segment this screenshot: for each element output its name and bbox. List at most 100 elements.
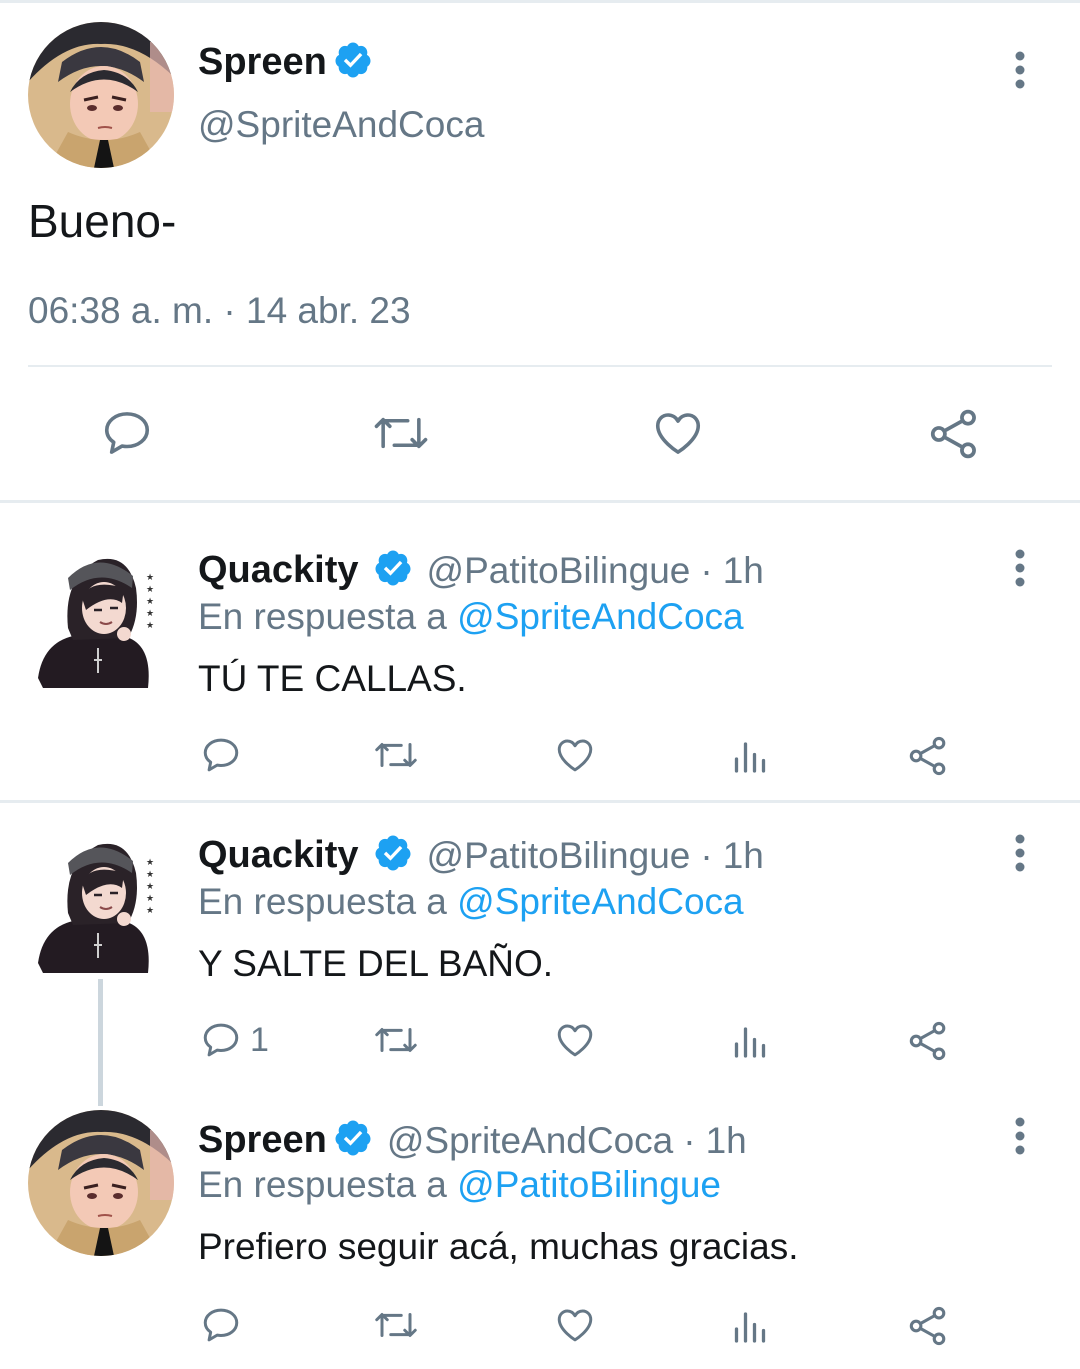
- action-bar: [0, 734, 1080, 784]
- analytics-icon: [734, 1027, 766, 1058]
- share-icon: [909, 736, 946, 776]
- author-name[interactable]: Spreen: [198, 1119, 327, 1162]
- reply-button[interactable]: [200, 734, 250, 776]
- author-handle[interactable]: @PatitoBilingue: [427, 835, 691, 877]
- svg-text:★: ★: [146, 620, 154, 630]
- more-options-icon[interactable]: [1012, 1116, 1028, 1156]
- analytics-button[interactable]: [732, 738, 768, 774]
- like-icon: [557, 739, 593, 772]
- share-icon: [930, 409, 976, 459]
- reply-tweet[interactable]: ★ ★ ★ ★ ★ Quackity @PatitoBilingue · 1h …: [0, 833, 1080, 1093]
- mention-link[interactable]: @SpriteAndCoca: [457, 596, 743, 637]
- svg-text:★: ★: [146, 869, 154, 879]
- divider: [28, 365, 1052, 367]
- reply-header: Quackity @PatitoBilingue · 1h: [198, 548, 764, 593]
- more-options-icon[interactable]: [1012, 548, 1028, 588]
- more-options-icon[interactable]: [1012, 50, 1028, 90]
- reply-button[interactable]: [100, 406, 154, 460]
- svg-text:★: ★: [146, 596, 154, 606]
- analytics-button[interactable]: [732, 1308, 768, 1344]
- reply-tweet[interactable]: Spreen @SpriteAndCoca · 1h En respuesta …: [0, 1110, 1080, 1369]
- share-icon: [909, 1306, 946, 1346]
- avatar[interactable]: ★ ★ ★ ★ ★: [28, 833, 174, 979]
- tweet-text: TÚ TE CALLAS.: [198, 658, 467, 699]
- like-button[interactable]: [650, 406, 706, 460]
- main-tweet: Spreen @SpriteAndCoca Bueno- 06:38 a. m.…: [0, 0, 1080, 500]
- share-button[interactable]: [906, 1304, 950, 1348]
- share-button[interactable]: [926, 406, 982, 462]
- divider: [0, 500, 1080, 503]
- reply-context: En respuesta a @SpriteAndCoca: [198, 596, 744, 638]
- svg-text:★: ★: [146, 905, 154, 915]
- verified-badge-icon: [333, 1118, 373, 1163]
- author-name[interactable]: Quackity: [198, 834, 359, 877]
- share-button[interactable]: [906, 1019, 950, 1063]
- more-options-icon[interactable]: [1012, 833, 1028, 873]
- author-handle[interactable]: @SpriteAndCoca: [198, 104, 484, 146]
- retweet-icon: [375, 1313, 417, 1337]
- svg-text:★: ★: [146, 881, 154, 891]
- divider: [0, 800, 1080, 803]
- share-icon: [909, 1021, 946, 1061]
- retweet-button[interactable]: [372, 734, 420, 776]
- svg-text:★: ★: [146, 893, 154, 903]
- tweet-time[interactable]: 1h: [723, 550, 764, 592]
- reply-icon: [203, 1023, 239, 1057]
- retweet-icon: [374, 417, 428, 449]
- separator-dot: ·: [700, 549, 713, 591]
- retweet-icon: [375, 1028, 417, 1052]
- svg-text:★: ★: [146, 608, 154, 618]
- like-button[interactable]: [553, 1019, 597, 1061]
- verified-badge-icon: [373, 548, 413, 593]
- author-handle[interactable]: @SpriteAndCoca: [387, 1120, 673, 1162]
- author-row: Spreen: [198, 40, 373, 85]
- svg-text:★: ★: [146, 584, 154, 594]
- verified-badge-icon: [333, 40, 373, 85]
- mention-link[interactable]: @PatitoBilingue: [457, 1164, 721, 1205]
- tweet-text: Prefiero seguir acá, muchas gracias.: [198, 1226, 799, 1267]
- retweet-button[interactable]: [372, 406, 430, 460]
- analytics-button[interactable]: [732, 1023, 768, 1059]
- mention-link[interactable]: @SpriteAndCoca: [457, 881, 743, 922]
- svg-text:★: ★: [146, 572, 154, 582]
- reply-prefix: En respuesta a: [198, 881, 447, 922]
- retweet-icon: [375, 743, 417, 767]
- tweet-text: Y SALTE DEL BAÑO.: [198, 943, 554, 984]
- retweet-button[interactable]: [372, 1304, 420, 1346]
- reply-prefix: En respuesta a: [198, 596, 447, 637]
- reply-icon: [203, 738, 239, 772]
- like-button[interactable]: [553, 1304, 597, 1346]
- like-button[interactable]: [553, 734, 597, 776]
- author-handle[interactable]: @PatitoBilingue: [427, 550, 691, 592]
- action-bar: 1: [0, 1019, 1080, 1069]
- reply-icon: [104, 412, 150, 454]
- reply-header: Quackity @PatitoBilingue · 1h: [198, 833, 764, 878]
- reply-count: 1: [250, 1020, 269, 1059]
- analytics-icon: [734, 1312, 766, 1343]
- retweet-button[interactable]: [372, 1019, 420, 1061]
- author-name[interactable]: Spreen: [198, 41, 327, 84]
- avatar[interactable]: ★ ★ ★ ★ ★: [28, 548, 174, 694]
- tweet-text: Bueno-: [28, 195, 177, 247]
- reply-button[interactable]: 1: [200, 1019, 269, 1061]
- reply-button[interactable]: [200, 1304, 250, 1346]
- reply-tweet[interactable]: ★ ★ ★ ★ ★ Quackity @PatitoBilingue · 1h …: [0, 548, 1080, 798]
- reply-context: En respuesta a @PatitoBilingue: [198, 1164, 721, 1206]
- verified-badge-icon: [373, 833, 413, 878]
- reply-prefix: En respuesta a: [198, 1164, 447, 1205]
- action-bar: [0, 400, 1080, 470]
- reply-header: Spreen @SpriteAndCoca · 1h: [198, 1118, 747, 1163]
- avatar[interactable]: [28, 1110, 174, 1256]
- tweet-timestamp[interactable]: 06:38 a. m. · 14 abr. 23: [28, 290, 411, 332]
- reply-icon: [203, 1308, 239, 1342]
- like-icon: [655, 413, 701, 454]
- share-button[interactable]: [906, 734, 950, 778]
- separator-dot: ·: [683, 1119, 696, 1161]
- tweet-time[interactable]: 1h: [723, 835, 764, 877]
- analytics-icon: [734, 742, 766, 773]
- action-bar: [0, 1304, 1080, 1354]
- author-name[interactable]: Quackity: [198, 549, 359, 592]
- avatar[interactable]: [28, 22, 174, 168]
- tweet-time[interactable]: 1h: [706, 1120, 747, 1162]
- like-icon: [557, 1309, 593, 1342]
